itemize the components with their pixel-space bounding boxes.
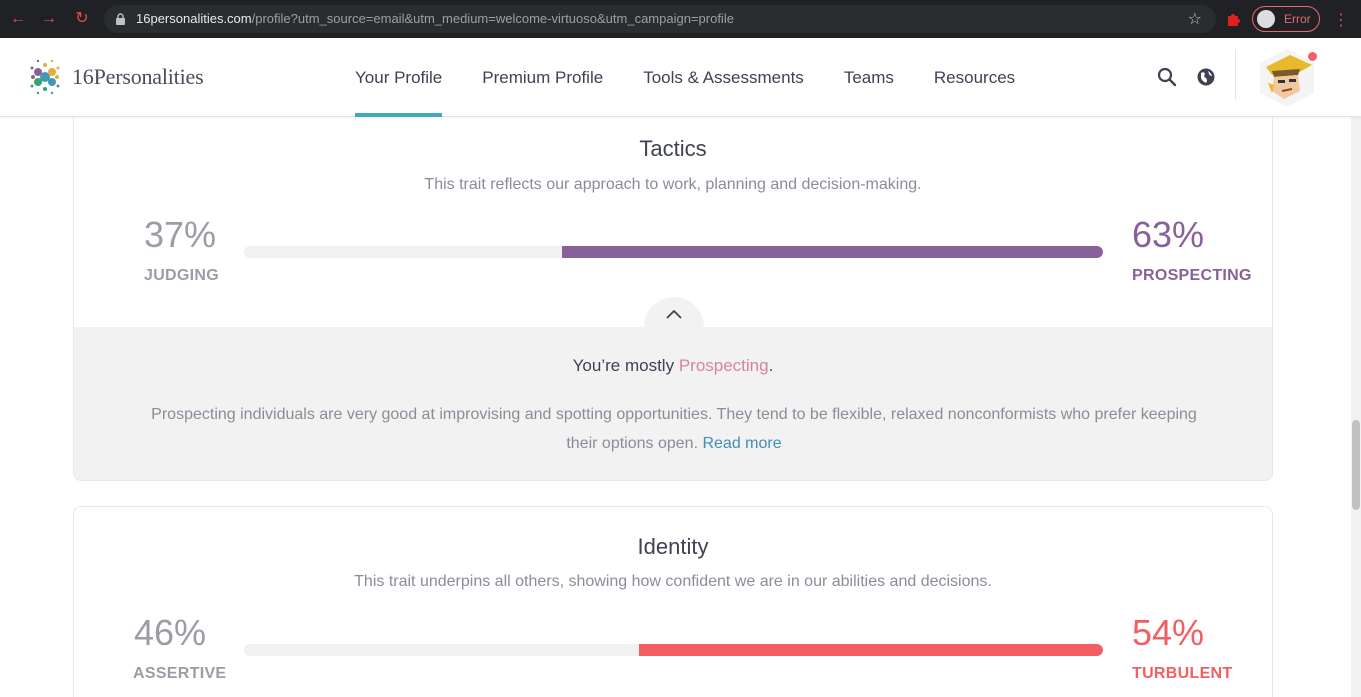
mostly-trait: Prospecting: [678, 356, 769, 375]
right-percentage: 54%: [1132, 612, 1205, 653]
back-icon[interactable]: ←: [8, 9, 28, 29]
address-bar[interactable]: 16personalities.com/profile?utm_source=e…: [104, 5, 1216, 33]
site-header: 16Personalities Your Profile Premium Pro…: [0, 38, 1361, 117]
nav-teams-label: Teams: [843, 67, 894, 87]
main-nav: Your Profile Premium Profile Tools & Ass…: [335, 38, 1035, 117]
nav-resources[interactable]: Resources: [914, 38, 1035, 117]
nav-your-profile-label: Your Profile: [355, 67, 443, 87]
nav-resources-label: Resources: [933, 67, 1016, 87]
nav-tools-label: Tools & Assessments: [643, 67, 804, 87]
trait-description: This trait underpins all others, showing…: [354, 573, 992, 590]
trait-description: This trait reflects our approach to work…: [424, 176, 922, 193]
nav-tools-assessments[interactable]: Tools & Assessments: [623, 38, 824, 117]
right-trait-label: PROSPECTING: [1132, 267, 1252, 284]
right-trait-label: TURBULENT: [1132, 665, 1233, 682]
profile-status-label: Error: [1284, 12, 1311, 26]
brand-name: 16Personalities: [72, 64, 204, 89]
left-percentage: 37%: [144, 214, 217, 255]
collapse-toggle[interactable]: [644, 297, 704, 357]
extension-puzzle-icon[interactable]: [1225, 10, 1243, 28]
forward-icon[interactable]: →: [39, 9, 59, 29]
trait-explanation: Prospecting individuals are very good at…: [134, 400, 1214, 458]
browser-toolbar: ← → ↻ 16personalities.com/profile?utm_so…: [0, 0, 1361, 38]
read-more-link[interactable]: Read more: [702, 435, 781, 452]
reload-icon[interactable]: ↻: [72, 9, 92, 29]
trait-bar: [244, 644, 1103, 656]
mostly-suffix: .: [768, 356, 774, 375]
trait-bar: [244, 246, 1103, 258]
trait-bar-fill: [561, 246, 1103, 258]
trait-title: Tactics: [639, 136, 707, 161]
right-percentage: 63%: [1132, 214, 1205, 255]
mostly-statement: You’re mostly Prospecting.: [74, 356, 1272, 376]
url-text: 16personalities.com/profile?utm_source=e…: [136, 11, 734, 26]
scrollbar-thumb[interactable]: [1352, 420, 1360, 510]
user-avatar[interactable]: [1254, 47, 1320, 109]
profile-error-button[interactable]: Error: [1252, 6, 1320, 32]
browser-menu-icon[interactable]: ⋮: [1333, 10, 1349, 30]
globe-icon[interactable]: [1195, 66, 1217, 88]
chevron-up-icon: [666, 310, 682, 319]
lock-icon: [116, 13, 125, 25]
nav-teams[interactable]: Teams: [824, 38, 914, 117]
search-icon[interactable]: [1156, 66, 1178, 88]
left-percentage: 46%: [134, 612, 207, 653]
trait-title: Identity: [637, 534, 709, 559]
profile-avatar-icon: [1257, 10, 1275, 28]
trait-card-identity: Identity This trait underpins all others…: [73, 506, 1273, 697]
bookmark-star-icon[interactable]: ☆: [1188, 9, 1202, 29]
nav-your-profile[interactable]: Your Profile: [335, 38, 462, 117]
nav-premium-profile-label: Premium Profile: [482, 67, 604, 87]
left-trait-label: ASSERTIVE: [133, 665, 227, 682]
trait-card-tactics: Tactics This trait reflects our approach…: [73, 100, 1273, 481]
trait-bar-fill: [639, 644, 1103, 656]
logo-dots-icon: [30, 59, 60, 95]
site-logo[interactable]: 16Personalities: [24, 55, 204, 99]
mostly-prefix: You’re mostly: [572, 356, 679, 375]
nav-premium-profile[interactable]: Premium Profile: [462, 38, 623, 117]
header-divider: [1235, 50, 1236, 100]
page-scrollbar[interactable]: [1351, 117, 1361, 697]
explanation-text: Prospecting individuals are very good at…: [151, 406, 1197, 452]
left-trait-label: JUDGING: [144, 267, 219, 284]
notification-dot: [1307, 51, 1318, 62]
